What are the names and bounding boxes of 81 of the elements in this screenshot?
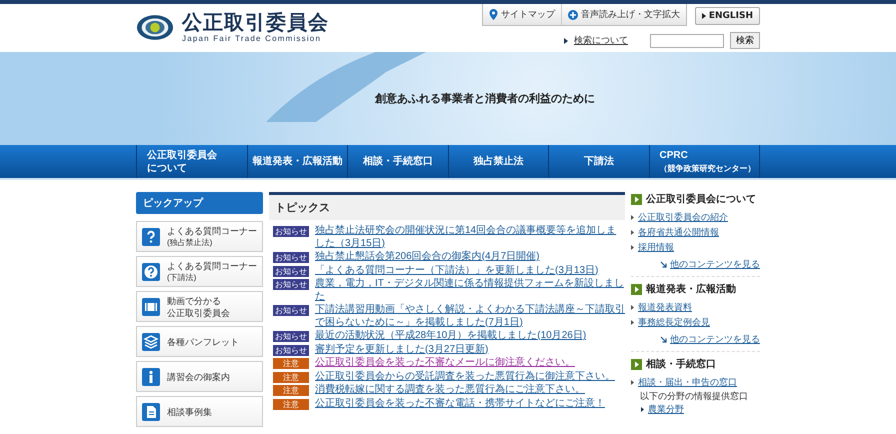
film-icon <box>142 298 160 316</box>
pickup-link[interactable]: 動画で分かる 公正取引委員会 <box>136 291 263 322</box>
arrow-icon <box>660 336 667 343</box>
utility-button[interactable]: サイトマップ <box>482 4 561 25</box>
topic-link[interactable]: 公正取引委員会を装った不審な電話・携帯サイトなどにご注意！ <box>315 398 605 410</box>
pickup-link[interactable]: 各種パンフレット <box>136 326 263 357</box>
play-icon <box>631 284 642 294</box>
search-help-link[interactable]: 検索について <box>574 34 628 47</box>
topic-link[interactable]: 農業，電力，IT・デジタル関連に係る情報提供フォームを新設しました <box>315 278 625 303</box>
pickup-link[interactable]: 講習会の御案内 <box>136 361 263 392</box>
question-icon <box>142 228 160 246</box>
topic-link[interactable]: 独占禁止法研究会の開催状況に第14回会合の議事概要等を追加しました（3月15日) <box>315 225 625 250</box>
nav-tab[interactable]: 独占禁止法 <box>448 145 548 178</box>
section-note: 以下の分野の情報提供窓口 <box>639 390 749 402</box>
more-link[interactable]: 他のコンテンツを見る <box>670 332 760 347</box>
category-tag: 注意 <box>273 358 309 369</box>
topic-link[interactable]: 最近の活動状況（平成28年10月）を掲載しました(10月26日) <box>315 330 586 342</box>
section-link[interactable]: 各府省共通公開情報 <box>638 225 719 240</box>
topic-link[interactable]: 消費税転嫁に関する調査を装った悪質行為にご注意下さい。 <box>315 384 585 396</box>
category-tag: お知らせ <box>273 331 309 342</box>
search-field[interactable] <box>650 34 724 48</box>
layers-icon <box>142 332 160 350</box>
triangle-bullet-icon <box>631 215 634 220</box>
nav-tab[interactable]: CPRC （競争政策研究センター） <box>648 145 760 178</box>
topic-link[interactable]: 下請法講習用動画「やさしく解説・よくわかる下請法講座～下請取引で困らないために～」を掲載しました(7月1日) <box>315 304 625 329</box>
nav-tab[interactable]: 公正取引委員会 について <box>136 145 246 178</box>
topic-link[interactable]: 公正取引委員会からの受託調査を装った悪質行為に御注意下さい。 <box>315 370 615 383</box>
english-button[interactable]: ENGLISH <box>694 7 760 25</box>
category-tag: お知らせ <box>273 344 309 356</box>
section-link[interactable]: 農業分野 <box>648 402 684 417</box>
chevron-icon <box>702 13 706 19</box>
plus-icon <box>568 10 578 20</box>
nav-tab[interactable]: 下請法 <box>548 145 648 178</box>
document-icon <box>142 402 160 420</box>
site-title: 公正取引委員会 <box>182 12 329 34</box>
section-link[interactable]: 採用情報 <box>638 240 674 255</box>
topic-link[interactable]: 審判予定を更新しました(3月27日更新) <box>315 344 488 356</box>
triangle-bullet-icon <box>564 38 568 44</box>
logo-icon <box>136 14 174 41</box>
category-tag: お知らせ <box>273 226 309 237</box>
site-subtitle: Japan Fair Trade Commission <box>182 34 322 43</box>
tagline: 創意あふれる事業者と消費者の利益のために <box>375 91 595 106</box>
topics-heading: トピックス <box>269 192 625 220</box>
topic-link[interactable]: 独占禁止懇話会第206回会合の御案内(4月7日開催) <box>315 251 540 264</box>
section-link[interactable]: 相談・届出・申告の窓口 <box>638 375 737 390</box>
nav-tab[interactable]: 報道発表・広報活動 <box>246 145 347 178</box>
topic-link[interactable]: 「よくある質問コーナー（下請法）」を更新しました(3月13日) <box>315 264 598 277</box>
category-tag: お知らせ <box>273 279 309 290</box>
triangle-bullet-icon <box>631 380 634 385</box>
location-pin-icon <box>488 9 498 20</box>
play-icon <box>631 358 642 370</box>
info-icon <box>142 368 160 386</box>
category-tag: お知らせ <box>273 266 309 276</box>
topic-link[interactable]: 公正取引委員会を装った不審なメールに御注意ください。 <box>315 357 575 370</box>
section-title: 報道発表・広報活動 <box>646 282 736 296</box>
utility-button[interactable]: 音声読み上げ・文字拡大 <box>560 4 686 25</box>
triangle-bullet-icon <box>631 320 634 325</box>
triangle-bullet-icon <box>641 407 644 412</box>
pickup-link[interactable]: 相談事例集 <box>136 396 263 427</box>
section-title: 相談・手続窓口 <box>646 358 716 371</box>
triangle-bullet-icon <box>631 305 634 310</box>
category-tag: お知らせ <box>273 305 309 316</box>
question-circle-icon <box>142 262 160 280</box>
triangle-bullet-icon <box>631 230 634 235</box>
category-tag: 注意 <box>273 398 309 410</box>
section-link[interactable]: 公正取引委員会の紹介 <box>638 210 728 225</box>
section-link[interactable]: 事務総長定例会見 <box>638 315 710 330</box>
section-link[interactable]: 報道発表資料 <box>638 300 692 315</box>
arrow-icon <box>660 261 667 268</box>
pickup-link[interactable]: よくある質問コーナー (独占禁止法) <box>136 221 263 252</box>
pickup-heading: ピックアップ <box>136 192 263 214</box>
category-tag: お知らせ <box>273 252 309 263</box>
category-tag: 注意 <box>273 372 309 382</box>
more-link[interactable]: 他のコンテンツを見る <box>670 257 760 272</box>
play-icon <box>631 194 642 204</box>
nav-tab[interactable]: 相談・手続窓口 <box>347 145 448 178</box>
category-tag: 注意 <box>273 385 309 396</box>
search-button[interactable]: 検索 <box>730 32 760 49</box>
section-title: 公正取引委員会について <box>646 192 756 206</box>
triangle-bullet-icon <box>631 245 634 250</box>
pickup-link[interactable]: よくある質問コーナー (下請法) <box>136 256 263 287</box>
